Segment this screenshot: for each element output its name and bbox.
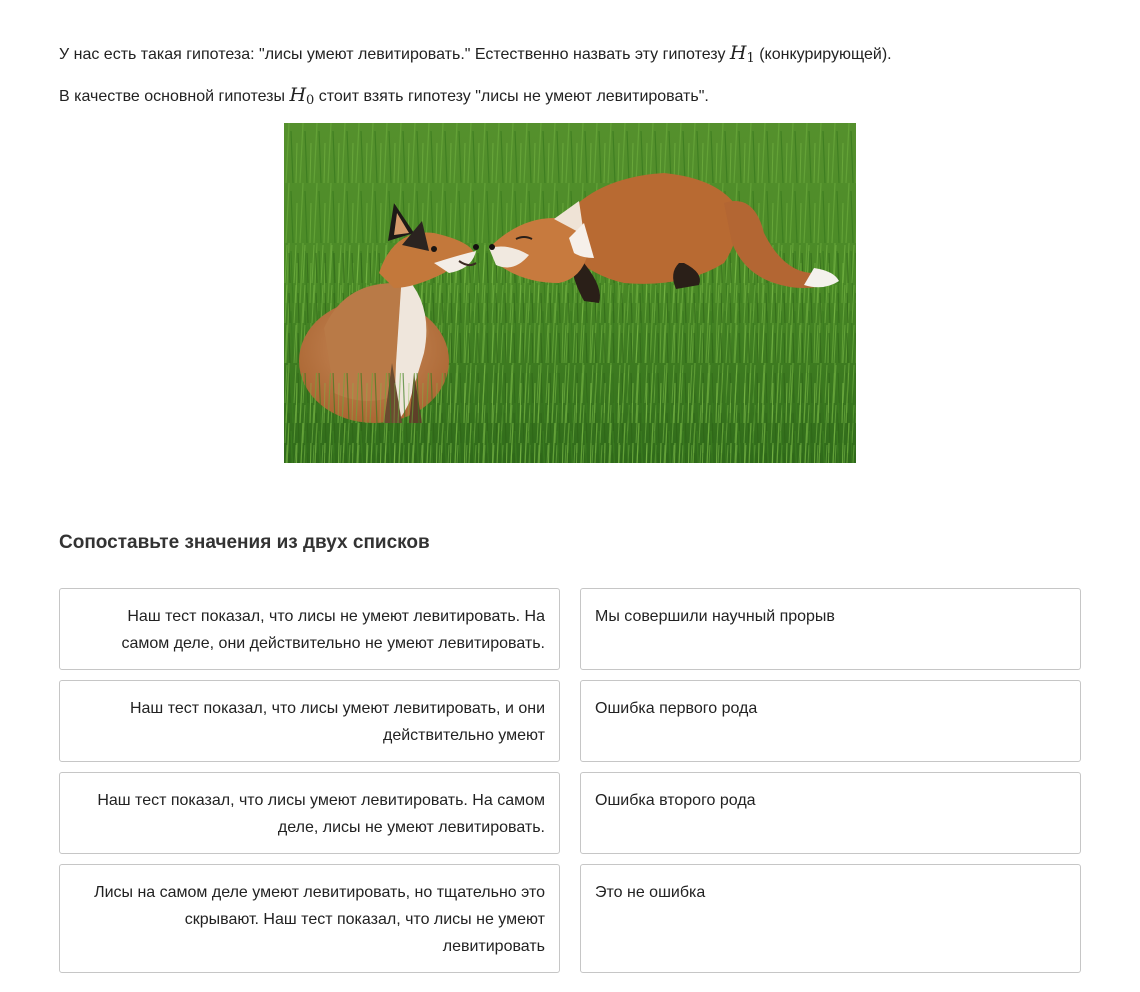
left-item-text: Наш тест показал, что лисы не умеют леви… <box>121 608 545 652</box>
right-item-text: Ошибка первого рода <box>595 700 758 717</box>
right-item-text: Мы совершили научный прорыв <box>595 608 835 625</box>
intro-text-part: (конкурирующей). <box>754 46 892 63</box>
h0-symbol: H0 <box>289 84 314 108</box>
intro-text-part: У нас есть такая гипотеза: "лисы умеют л… <box>59 46 730 63</box>
fox-photo <box>284 123 856 463</box>
intro-text-part: стоит взять гипотезу "лисы не умеют леви… <box>314 88 709 105</box>
h1-symbol: H1 <box>729 42 755 66</box>
right-item-text: Это не ошибка <box>595 884 706 901</box>
right-item-1[interactable]: Мы совершили научный прорыв <box>580 588 1081 670</box>
intro-line-h0: В качестве основной гипотезы H0 стоит вз… <box>59 85 709 111</box>
left-item-1[interactable]: Наш тест показал, что лисы не умеют леви… <box>59 588 560 670</box>
intro-line-h1: У нас есть такая гипотеза: "лисы умеют л… <box>59 43 892 69</box>
right-item-4[interactable]: Это не ошибка <box>580 864 1081 973</box>
h1-letter: H <box>729 42 747 64</box>
h0-letter: H <box>289 84 307 106</box>
intro-text-part: В качестве основной гипотезы <box>59 88 290 105</box>
left-item-text: Лисы на самом деле умеют левитировать, н… <box>94 884 545 955</box>
left-item-4[interactable]: Лисы на самом деле умеют левитировать, н… <box>59 864 560 973</box>
h1-subscript: 1 <box>746 51 755 66</box>
right-item-text: Ошибка второго рода <box>595 792 756 809</box>
right-item-3[interactable]: Ошибка второго рода <box>580 772 1081 854</box>
left-item-text: Наш тест показал, что лисы умеют левитир… <box>97 792 545 836</box>
left-item-text: Наш тест показал, что лисы умеют левитир… <box>129 700 545 744</box>
left-item-3[interactable]: Наш тест показал, что лисы умеют левитир… <box>59 772 560 854</box>
task-title: Сопоставьте значения из двух списков <box>59 532 430 553</box>
right-item-2[interactable]: Ошибка первого рода <box>580 680 1081 762</box>
left-item-2[interactable]: Наш тест показал, что лисы умеют левитир… <box>59 680 560 762</box>
